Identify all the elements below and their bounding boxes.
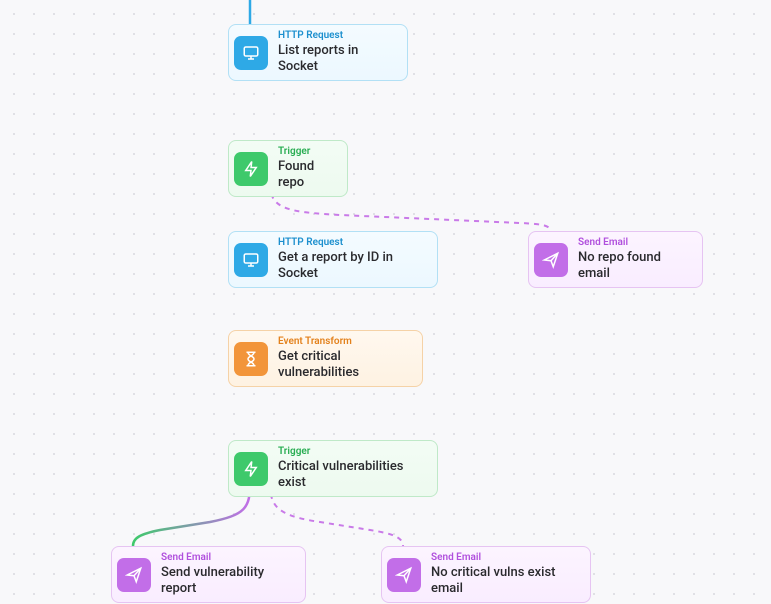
monitor-icon bbox=[234, 243, 268, 277]
send-icon bbox=[117, 558, 151, 592]
node-type: Send Email bbox=[431, 552, 578, 565]
node-get-critical[interactable]: Event Transform Get critical vulnerabili… bbox=[228, 330, 423, 387]
node-get-report[interactable]: HTTP Request Get a report by ID in Socke… bbox=[228, 231, 438, 288]
node-type: Trigger bbox=[278, 146, 335, 159]
monitor-icon bbox=[234, 36, 268, 70]
send-icon bbox=[534, 243, 568, 277]
hourglass-icon bbox=[234, 342, 268, 376]
node-send-report[interactable]: Send Email Send vulnerability report bbox=[111, 546, 306, 603]
node-type: Trigger bbox=[278, 446, 425, 459]
node-no-repo-email[interactable]: Send Email No repo found email bbox=[528, 231, 703, 288]
node-found-repo[interactable]: Trigger Found repo bbox=[228, 140, 348, 197]
lightning-icon bbox=[234, 152, 268, 186]
workflow-canvas[interactable]: HTTP Request List reports in Socket Trig… bbox=[0, 0, 771, 604]
node-title: Found repo bbox=[278, 159, 335, 192]
node-title: No repo found email bbox=[578, 250, 690, 283]
send-icon bbox=[387, 558, 421, 592]
node-type: Send Email bbox=[578, 237, 690, 250]
node-title: Send vulnerability report bbox=[161, 565, 293, 598]
node-list-reports[interactable]: HTTP Request List reports in Socket bbox=[228, 24, 408, 81]
node-title: List reports in Socket bbox=[278, 43, 395, 76]
node-title: Get critical vulnerabilities bbox=[278, 349, 410, 382]
node-title: Critical vulnerabilities exist bbox=[278, 459, 425, 492]
node-type: HTTP Request bbox=[278, 237, 425, 250]
node-type: Send Email bbox=[161, 552, 293, 565]
node-type: Event Transform bbox=[278, 336, 410, 349]
lightning-icon bbox=[234, 452, 268, 486]
node-title: Get a report by ID in Socket bbox=[278, 250, 425, 283]
node-title: No critical vulns exist email bbox=[431, 565, 578, 598]
node-crit-exist[interactable]: Trigger Critical vulnerabilities exist bbox=[228, 440, 438, 497]
node-no-crit-email[interactable]: Send Email No critical vulns exist email bbox=[381, 546, 591, 603]
node-type: HTTP Request bbox=[278, 30, 395, 43]
